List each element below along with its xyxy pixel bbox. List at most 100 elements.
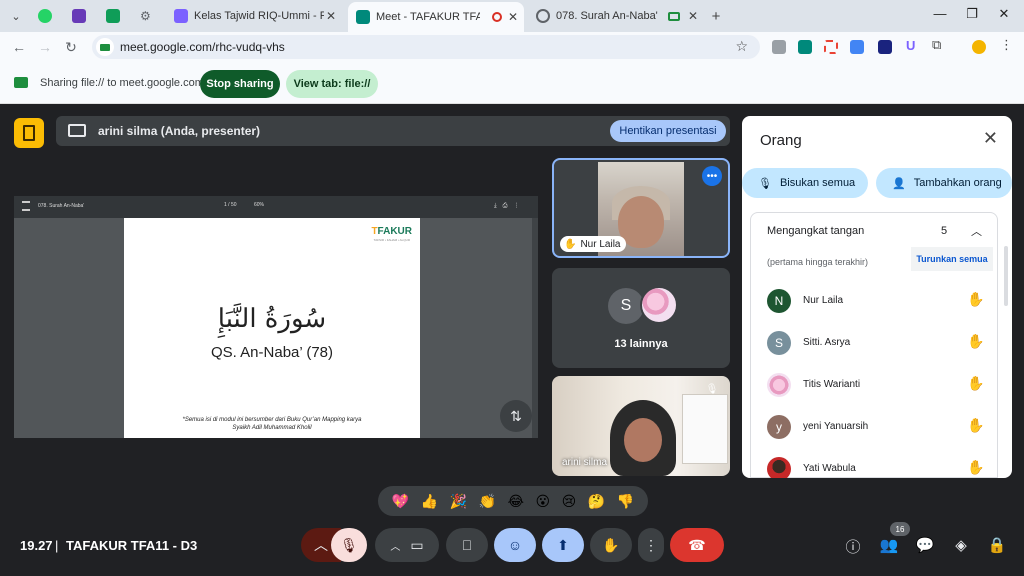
pdf-scrollbar[interactable] [532,218,538,438]
restore-icon[interactable]: ❐ [962,6,982,22]
close-icon[interactable]: ✕ [983,128,998,149]
pdf-toolbar: 078. Surah An-Naba' 1 / 50 60% ⤓⎙⋮ [14,196,538,218]
pdf-tools-icon: ⤓⎙⋮ [494,203,526,209]
mic-off-button[interactable]: 🎙 [331,528,367,562]
close-tab-icon[interactable]: ✕ [688,9,698,23]
tab-meet[interactable]: Meet - TAFAKUR TFA11 - D3 ✕ [348,2,524,32]
extension-icon[interactable] [798,40,812,54]
stop-presentation-button[interactable]: Hentikan presentasi [610,120,726,142]
host-controls-icon[interactable]: 🔒 [987,536,1007,556]
reload-icon[interactable]: ↻ [62,38,80,56]
close-tab-icon[interactable]: ✕ [326,9,336,23]
swap-layout-icon[interactable]: ⇅ [500,400,532,432]
chevron-up-icon: ︿ [390,541,401,553]
person-name: Nur Laila [803,295,844,306]
raise-hand-button[interactable]: ✋ [590,528,632,562]
leave-call-button[interactable]: ☎ [670,528,724,562]
add-people-label: Tambahkan orang [913,177,1002,189]
chat-icon[interactable]: 💬 [915,536,935,556]
door-icon[interactable] [14,118,44,148]
raised-hand-icon[interactable]: ✋ [967,417,984,434]
new-tab-icon[interactable]: + [706,6,726,26]
person-name: Yati Wabula [803,463,856,474]
participant-tile-others[interactable]: S 13 lainnya [552,268,730,368]
minimize-icon[interactable]: — [930,6,950,21]
tab-search-icon[interactable]: ⌄ [6,6,26,26]
raised-hands-count: 5 [941,225,948,237]
list-item[interactable]: N Nur Laila ✋ [751,281,999,321]
more-options-button[interactable]: ⋮ [638,528,664,562]
participant-tile-arini-silma[interactable]: 🎙 arini silma [552,376,730,476]
present-button[interactable]: ⬆ [542,528,584,562]
raised-hand-icon[interactable]: ✋ [967,291,984,308]
u-extension-icon[interactable]: U [906,38,920,53]
more-options-icon[interactable]: ••• [702,166,722,186]
chevron-up-icon[interactable]: ︿ [971,223,982,239]
reaction-surprised[interactable]: 😮 [536,493,551,510]
stop-sharing-button[interactable]: Stop sharing [200,70,280,98]
chart-extension-icon[interactable] [878,40,892,54]
tab-pdf[interactable]: 078. Surah An-Naba' ✕ [528,4,704,28]
reaction-party[interactable]: 🎉 [450,493,467,510]
docs-extension-icon[interactable] [850,40,864,54]
list-item[interactable]: S Sitti. Asrya ✋ [751,323,999,363]
participant-tile-nur-laila[interactable]: ••• ✋ Nur Laila [552,158,730,258]
close-tab-icon[interactable]: ✕ [508,10,518,24]
list-item[interactable]: y yeni Yanuarsih ✋ [751,407,999,447]
screenshot-extension-icon[interactable] [824,40,838,54]
hang-up-icon: ☎ [688,536,706,553]
view-tab-button[interactable]: View tab: file:// [286,70,378,98]
reaction-thumbs-up[interactable]: 👍 [421,493,438,510]
avatar: S [767,331,791,355]
tab-settings[interactable]: ⚙ [132,4,162,28]
reaction-clap[interactable]: 👏 [479,493,496,510]
info-icon[interactable]: ⓘ [843,536,863,556]
close-window-icon[interactable]: ✕ [994,6,1014,22]
mute-all-button[interactable]: 🎙 Bisukan semua [742,168,868,198]
add-people-button[interactable]: 👤 Tambahkan orang [876,168,1012,198]
site-camera-icon[interactable] [96,38,114,56]
whatsapp-icon [38,9,52,23]
divider: | [55,538,59,553]
list-item[interactable]: Yati Wabula ✋ [751,449,999,478]
globe-icon [536,9,550,23]
person-name: Sitti. Asrya [803,337,851,348]
back-icon[interactable]: ← [10,38,28,56]
section-heading: Mengangkat tangan [767,225,865,237]
profile-avatar[interactable] [972,40,986,54]
reaction-thumbs-down[interactable]: 👎 [617,493,634,510]
tab-title: Kelas Tajwid RIQ-Ummi - Presen [194,10,324,22]
list-item[interactable]: Titis Warianti ✋ [751,365,999,405]
avatar: N [767,289,791,313]
camera-button[interactable]: ︿ ▭ [375,528,439,562]
activities-icon[interactable]: ◈ [951,536,971,556]
raised-hand-icon[interactable]: ✋ [967,375,984,392]
reaction-thinking[interactable]: 🤔 [588,493,605,510]
reaction-heart[interactable]: 💖 [392,493,409,510]
tab-forms[interactable] [64,4,94,28]
forward-icon[interactable]: → [36,38,54,56]
people-icon[interactable]: 👥 [879,536,899,556]
raised-hand-icon[interactable]: ✋ [967,459,984,476]
reaction-laugh[interactable]: 😂 [508,493,524,510]
reactions-button[interactable]: ☺ [494,528,536,562]
avatar: S [608,288,644,324]
puzzle-icon[interactable]: ⧉ [932,37,946,52]
reaction-sad[interactable]: 😢 [562,493,577,510]
captions-button[interactable]: ⎕ [446,528,488,562]
clock: 19.27 [20,538,53,553]
tab-whatsapp[interactable] [30,4,60,28]
tab-classroom[interactable]: Kelas Tajwid RIQ-Ummi - Presen ✕ [166,4,342,28]
raised-hand-icon[interactable]: ✋ [967,333,984,350]
browser-menu-icon[interactable]: ⋮ [1000,37,1014,52]
tab-title: 078. Surah An-Naba' [556,10,658,22]
video-icon: ▭ [410,536,424,553]
lower-all-button[interactable]: Turunkan semua [911,247,993,271]
tab-sheets[interactable] [98,4,128,28]
omnibox[interactable]: meet.google.com/rhc-vudq-vhs ☆ [92,35,760,59]
code-extension-icon[interactable] [772,40,786,54]
panel-scrollbar[interactable] [1004,246,1008,306]
tab-title: Meet - TAFAKUR TFA11 - D3 [376,11,480,23]
surah-title: QS. An-Naba’ (78) [211,344,333,361]
bookmark-star-icon[interactable]: ☆ [735,38,748,55]
